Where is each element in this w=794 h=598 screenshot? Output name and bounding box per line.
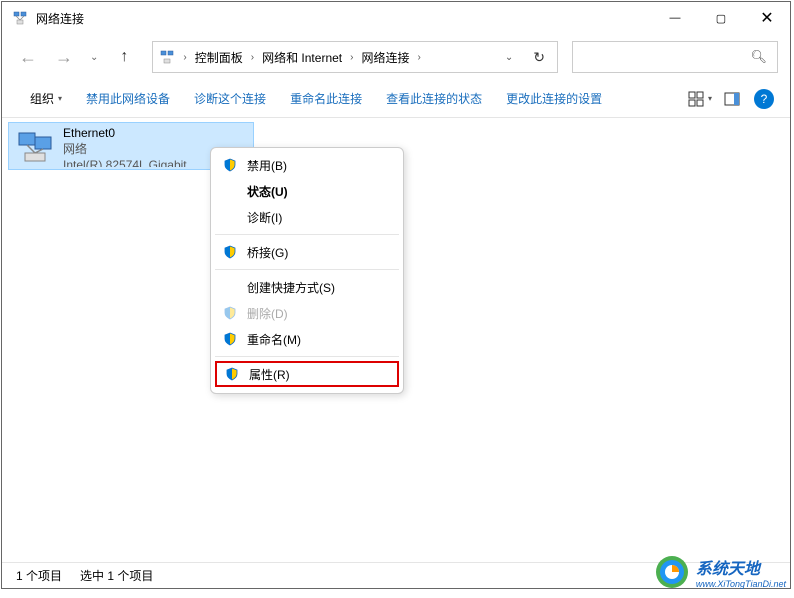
separator (215, 234, 399, 235)
ctx-diagnose[interactable]: 诊断(I) (211, 204, 403, 230)
window-controls: — ▢ ✕ (652, 2, 790, 34)
ctx-delete-label: 删除(D) (247, 305, 288, 322)
search-input[interactable]: 🔍︎ (572, 41, 778, 73)
ctx-status[interactable]: 状态(U) (211, 178, 403, 204)
ctx-properties[interactable]: 属性(R) (215, 361, 399, 387)
ctx-disable-label: 禁用(B) (247, 157, 287, 174)
status-selected: 选中 1 个项目 (80, 567, 153, 584)
forward-button[interactable]: → (50, 43, 78, 71)
window-title: 网络连接 (36, 10, 652, 27)
preview-pane-button[interactable] (718, 91, 746, 107)
ctx-bridge[interactable]: 桥接(G) (211, 239, 403, 265)
toolbar-disable[interactable]: 禁用此网络设备 (74, 90, 182, 107)
ctx-delete: 删除(D) (211, 300, 403, 326)
shield-icon (223, 245, 237, 259)
up-button[interactable]: ↑ (110, 43, 138, 71)
chevron-right-icon: › (183, 52, 186, 63)
shield-icon (223, 306, 237, 320)
titlebar: 网络连接 — ▢ ✕ (2, 2, 790, 34)
watermark-title: 系统天地 (696, 561, 760, 578)
view-mode-button[interactable]: ▾ (682, 91, 718, 107)
adapter-status: 网络 (63, 141, 187, 157)
chevron-right-icon: › (350, 52, 353, 63)
chevron-right-icon: › (417, 52, 420, 63)
search-icon: 🔍︎ (750, 49, 767, 65)
toolbar-rename[interactable]: 重命名此连接 (278, 90, 374, 107)
context-menu: 禁用(B) 状态(U) 诊断(I) 桥接(G) 创建快捷方式(S) 删除(D) … (210, 147, 404, 394)
maximize-button[interactable]: ▢ (698, 2, 744, 34)
watermark-url: www.XiTongTianDi.net (696, 579, 786, 589)
back-button[interactable]: ← (14, 43, 42, 71)
adapter-name: Ethernet0 (63, 125, 187, 141)
address-bar[interactable]: › 控制面板 › 网络和 Internet › 网络连接 › ⌄ ↻ (152, 41, 558, 73)
view-tiles-icon (688, 91, 704, 107)
adapter-text: Ethernet0 网络 Intel(R) 82574L Gigabit (63, 125, 187, 167)
watermark: 系统天地 www.XiTongTianDi.net (654, 554, 786, 590)
shield-icon (223, 158, 237, 172)
chevron-down-icon: ▾ (708, 94, 712, 103)
adapter-icon (15, 127, 55, 167)
breadcrumb-item[interactable]: 控制面板 (195, 49, 243, 66)
ctx-shortcut-label: 创建快捷方式(S) (247, 279, 335, 296)
shield-icon (225, 367, 239, 381)
toolbar-settings[interactable]: 更改此连接的设置 (494, 90, 614, 107)
help-button[interactable]: ? (754, 89, 774, 109)
toolbar-diagnose[interactable]: 诊断这个连接 (182, 90, 278, 107)
organize-label: 组织 (30, 90, 54, 107)
preview-pane-icon (724, 91, 740, 107)
help-glyph: ? (761, 92, 768, 106)
network-icon (159, 49, 175, 65)
ctx-disable[interactable]: 禁用(B) (211, 152, 403, 178)
breadcrumb-item[interactable]: 网络和 Internet (262, 49, 342, 66)
network-icon (12, 10, 28, 26)
breadcrumb-item[interactable]: 网络连接 (361, 49, 409, 66)
close-button[interactable]: ✕ (744, 2, 790, 34)
ctx-status-label: 状态(U) (247, 183, 288, 200)
ctx-diagnose-label: 诊断(I) (247, 209, 282, 226)
status-count: 1 个项目 (16, 567, 62, 584)
chevron-right-icon: › (251, 52, 254, 63)
separator (215, 356, 399, 357)
adapter-device: Intel(R) 82574L Gigabit (63, 157, 187, 167)
ctx-rename[interactable]: 重命名(M) (211, 326, 403, 352)
ctx-properties-label: 属性(R) (249, 366, 290, 383)
watermark-logo-icon (654, 554, 690, 590)
ctx-shortcut[interactable]: 创建快捷方式(S) (211, 274, 403, 300)
minimize-button[interactable]: — (652, 2, 698, 34)
separator (215, 269, 399, 270)
ctx-rename-label: 重命名(M) (247, 331, 301, 348)
address-dropdown-icon[interactable]: ⌄ (505, 52, 513, 63)
nav-bar: ← → ⌄ ↑ › 控制面板 › 网络和 Internet › 网络连接 › ⌄… (2, 34, 790, 80)
chevron-down-icon: ▾ (58, 94, 62, 103)
shield-icon (223, 332, 237, 346)
toolbar-status[interactable]: 查看此连接的状态 (374, 90, 494, 107)
ctx-bridge-label: 桥接(G) (247, 244, 288, 261)
toolbar: 组织 ▾ 禁用此网络设备 诊断这个连接 重命名此连接 查看此连接的状态 更改此连… (2, 80, 790, 118)
organize-button[interactable]: 组织 ▾ (18, 90, 74, 107)
refresh-icon[interactable]: ↻ (533, 49, 545, 66)
history-dropdown-icon[interactable]: ⌄ (90, 52, 98, 63)
